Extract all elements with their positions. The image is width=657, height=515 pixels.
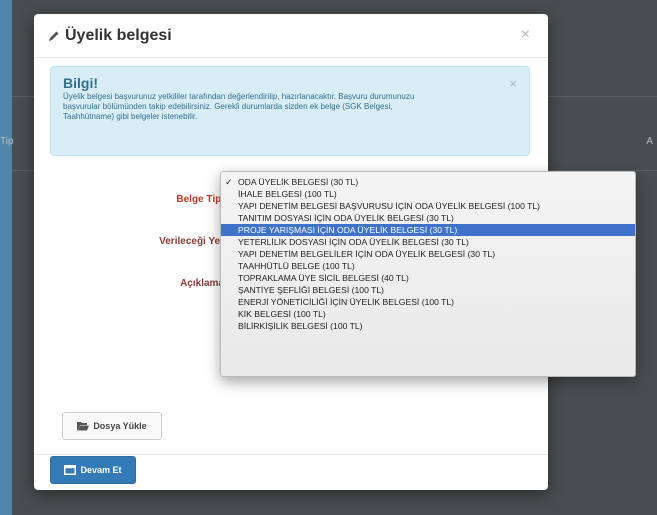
alert-text: Üyelik belgesi başvurunuz yetkililer tar… (63, 92, 415, 121)
verilecegi-yer-label: Verileceği Yer (159, 236, 224, 247)
alert-title: Bilgi! (63, 75, 98, 91)
footer-divider (34, 454, 548, 455)
checkmark-icon: ✓ (225, 177, 233, 187)
dropdown-option[interactable]: TANITIM DOSYASI İÇİN ODA ÜYELİK BELGESİ … (221, 212, 635, 224)
belge-tipi-dropdown[interactable]: ✓ ODA ÜYELİK BELGESİ (30 TL) İHALE BELGES… (220, 171, 636, 377)
dropdown-option[interactable]: TOPRAKLAMA ÜYE SİCİL BELGESİ (40 TL) (221, 272, 635, 284)
close-icon[interactable]: × (521, 27, 530, 43)
dropdown-option[interactable]: BİLİRKİŞİLİK BELGESİ (100 TL) (221, 320, 635, 332)
dropdown-option-highlighted[interactable]: PROJE YARIŞMASI İÇİN ODA ÜYELİK BELGESİ … (221, 224, 635, 236)
belge-tipi-label: Belge Tipi (176, 194, 224, 205)
dropdown-option[interactable]: ✓ ODA ÜYELİK BELGESİ (30 TL) (221, 176, 635, 188)
dropdown-option[interactable]: YAPI DENETİM BELGESİ BAŞVURUSU İÇİN ODA … (221, 200, 635, 212)
dropdown-option[interactable]: ENERJİ YÖNETİCİLİĞİ İÇİN ÜYELİK BELGESİ … (221, 296, 635, 308)
dropdown-option[interactable]: TAAHHÜTLÜ BELGE (100 TL) (221, 260, 635, 272)
dropdown-option[interactable]: YETERLİLİK DOSYASI İÇİN ODA ÜYELİK BELGE… (221, 236, 635, 248)
background-column-label: Tip (0, 136, 14, 147)
continue-button-label: Devam Et (80, 465, 122, 475)
folder-open-icon (77, 421, 90, 431)
pencil-icon (48, 30, 60, 42)
background-column-label: A (646, 136, 653, 147)
upload-button-label: Dosya Yükle (93, 421, 147, 431)
dropdown-option[interactable]: İHALE BELGESİ (100 TL) (221, 188, 635, 200)
modal-title: Üyelik belgesi (65, 26, 172, 44)
info-alert: Bilgi! Üyelik belgesi başvurunuz yetkili… (50, 66, 530, 156)
alert-close-icon[interactable]: × (509, 77, 517, 90)
dropdown-option[interactable]: KİK BELGESİ (100 TL) (221, 308, 635, 320)
modal-header: Üyelik belgesi × (34, 14, 548, 58)
dropdown-option[interactable]: ŞANTİYE ŞEFLİĞİ BELGESİ (100 TL) (221, 284, 635, 296)
window-icon (64, 465, 77, 475)
dropdown-option[interactable]: YAPI DENETİM BELGELİLER İÇİN ODA ÜYELİK … (221, 248, 635, 260)
continue-button[interactable]: Devam Et (50, 456, 136, 484)
upload-file-button[interactable]: Dosya Yükle (62, 412, 162, 440)
aciklama-label: Açıklama (180, 278, 224, 289)
